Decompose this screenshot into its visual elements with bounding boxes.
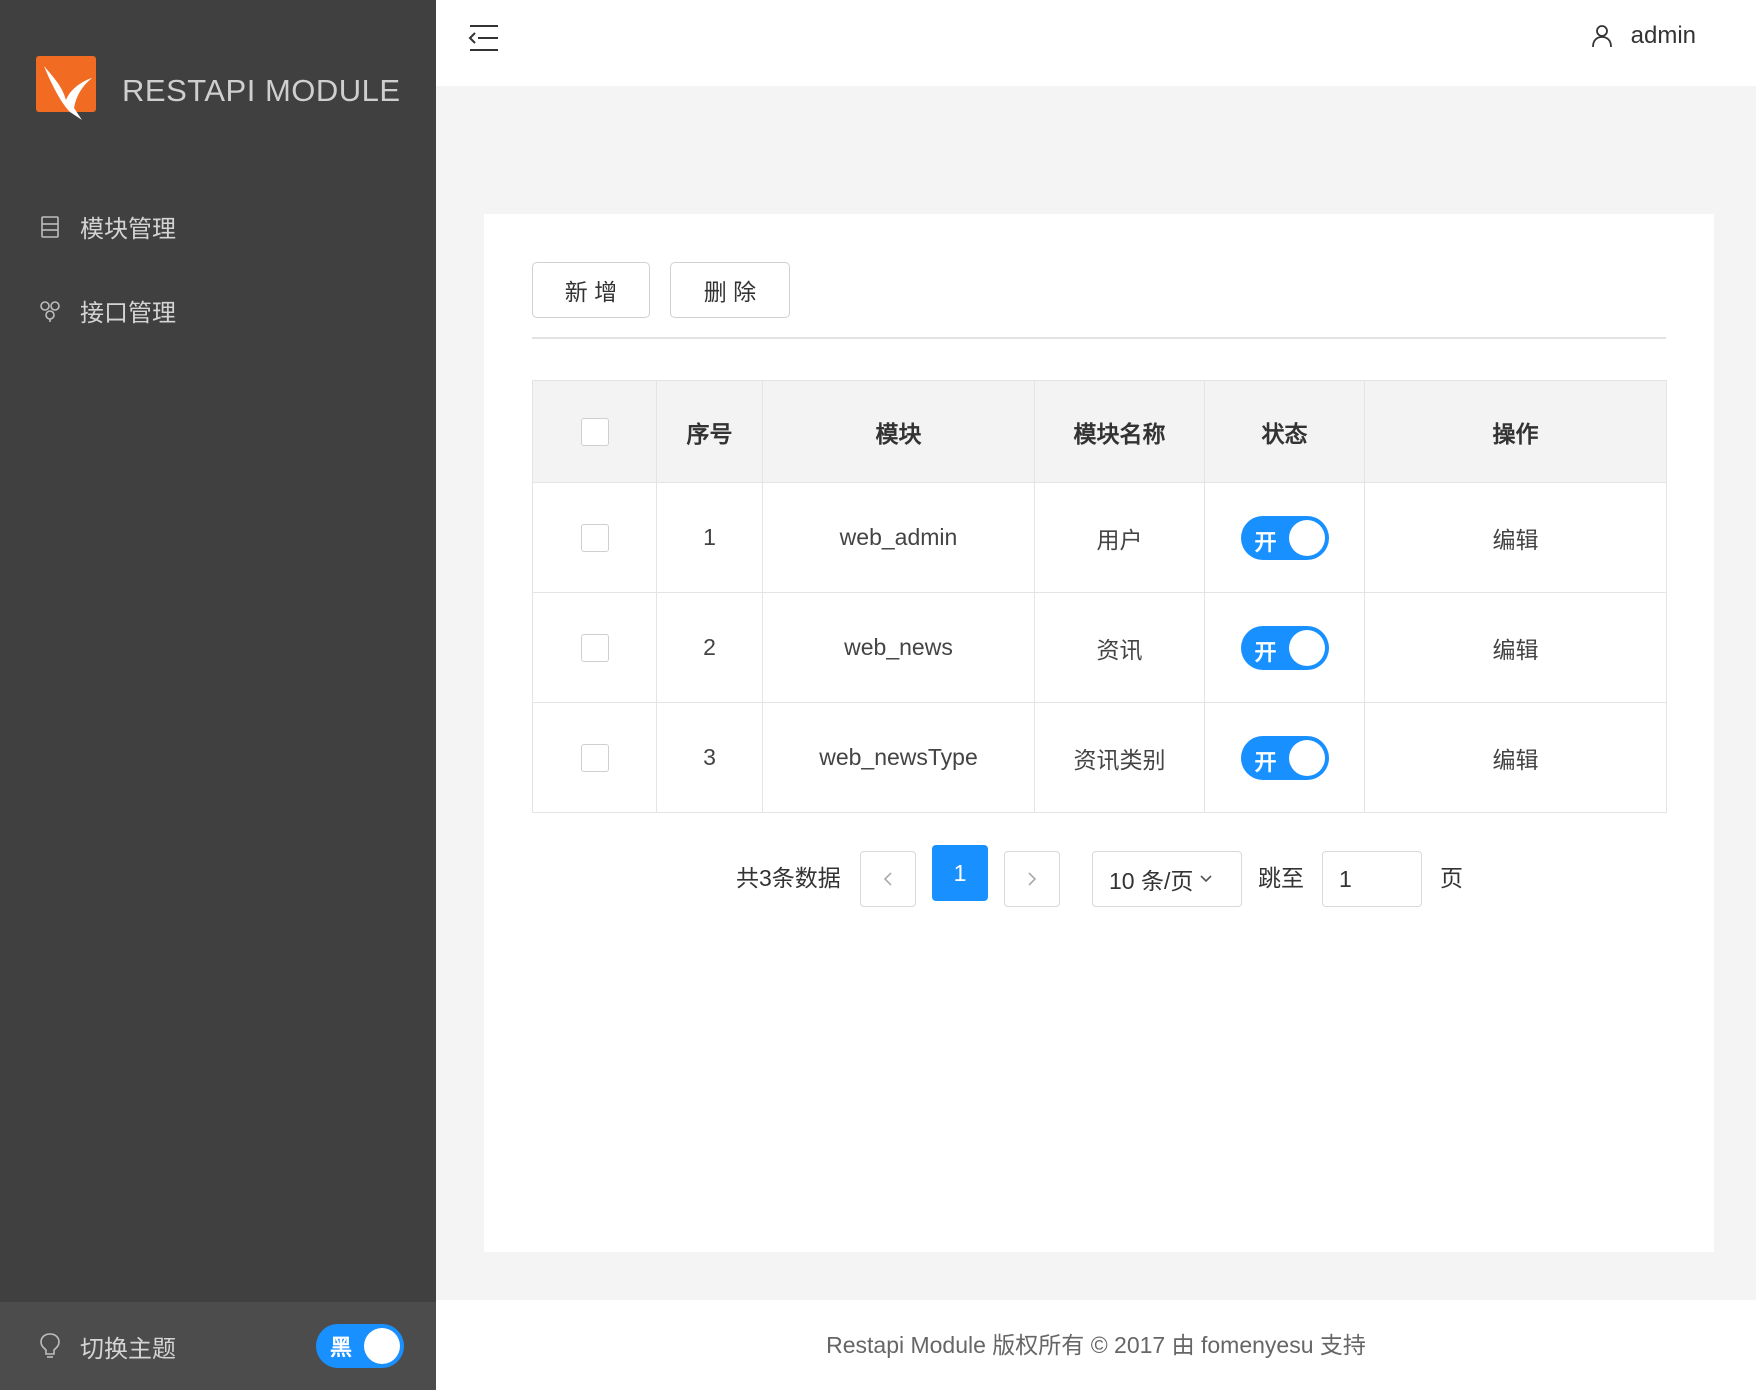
add-button[interactable]: 新 增 — [532, 262, 650, 318]
username: admin — [1630, 22, 1696, 49]
column-header: 状态 — [1204, 380, 1365, 483]
delete-button[interactable]: 删 除 — [670, 262, 790, 318]
sidebar-item-module-management[interactable]: 模块管理 — [38, 209, 176, 244]
status-toggle[interactable]: 开 — [1240, 735, 1329, 780]
theme-label: 切换主题 — [80, 1335, 176, 1363]
column-header: 模块 — [762, 380, 1035, 483]
toggle-knob — [1288, 739, 1325, 776]
content-card: 新 增 删 除 序号 模块 模块名称 状态 操作 1 web_admin 用户 … — [484, 214, 1714, 1252]
toolbar-divider — [532, 337, 1666, 339]
sidebar-item-label: 接口管理 — [80, 300, 176, 327]
edit-link[interactable]: 编辑 — [1493, 527, 1539, 553]
footer: Restapi Module 版权所有 © 2017 由 fomenyesu 支… — [436, 1300, 1756, 1390]
row-module-name: 资讯类别 — [1034, 702, 1205, 813]
row-index: 3 — [656, 702, 763, 813]
theme-switcher-bar: 切换主题 黑 — [0, 1302, 436, 1390]
goto-label: 跳至 — [1258, 865, 1304, 891]
list-icon — [41, 215, 59, 238]
edit-link[interactable]: 编辑 — [1493, 747, 1539, 773]
table-row: 3 web_newsType 资讯类别 开 编辑 — [532, 702, 1667, 813]
row-index: 2 — [656, 592, 763, 703]
pagination: 共3条数据 1 10 条/页 跳至 页 — [484, 845, 1714, 907]
status-toggle[interactable]: 开 — [1240, 625, 1329, 670]
page-size-select[interactable]: 10 条/页 — [1092, 851, 1242, 907]
column-header: 序号 — [656, 380, 763, 483]
logo[interactable]: RESTAPI MODULE — [36, 56, 401, 126]
row-module: web_newsType — [762, 702, 1035, 813]
bulb-icon — [40, 1333, 60, 1358]
table-row: 1 web_admin 用户 开 编辑 — [532, 482, 1667, 593]
status-toggle[interactable]: 开 — [1240, 515, 1329, 560]
select-all-cell — [532, 380, 657, 483]
row-checkbox[interactable] — [580, 523, 609, 552]
theme-toggle[interactable]: 黑 — [316, 1324, 404, 1368]
cluster-icon — [40, 300, 60, 322]
edit-link[interactable]: 编辑 — [1493, 637, 1539, 663]
chevron-down-icon — [1200, 875, 1212, 883]
row-module: web_news — [762, 592, 1035, 703]
page-number-current[interactable]: 1 — [932, 845, 988, 901]
swallow-logo-icon — [36, 56, 96, 120]
menu-fold-icon[interactable] — [466, 22, 502, 54]
toggle-knob — [1288, 629, 1325, 666]
pagination-total: 共3条数据 — [736, 865, 841, 891]
user-icon — [1591, 25, 1612, 48]
status-toggle-text: 开 — [1254, 749, 1277, 775]
row-index: 1 — [656, 482, 763, 593]
prev-page-button[interactable] — [860, 851, 916, 907]
select-all-checkbox[interactable] — [580, 417, 609, 446]
row-module-name: 用户 — [1034, 482, 1205, 593]
top-header: admin — [436, 0, 1756, 86]
sidebar: RESTAPI MODULE 模块管理 接口管理 切换主题 黑 — [0, 0, 436, 1390]
sidebar-item-label: 模块管理 — [80, 216, 176, 243]
row-module: web_admin — [762, 482, 1035, 593]
toggle-knob — [364, 1328, 400, 1364]
sidebar-item-api-management[interactable]: 接口管理 — [38, 293, 176, 328]
row-module-name: 资讯 — [1034, 592, 1205, 703]
status-toggle-text: 开 — [1254, 529, 1277, 555]
app-title: RESTAPI MODULE — [122, 73, 401, 108]
status-toggle-text: 开 — [1254, 639, 1277, 665]
theme-toggle-text: 黑 — [330, 1335, 353, 1360]
user-menu[interactable]: admin — [1591, 22, 1696, 50]
toggle-knob — [1288, 519, 1325, 556]
chevron-right-icon — [1028, 872, 1037, 886]
column-header: 模块名称 — [1034, 380, 1205, 483]
page-unit-label: 页 — [1440, 865, 1463, 891]
next-page-button[interactable] — [1004, 851, 1060, 907]
row-checkbox[interactable] — [580, 633, 609, 662]
chevron-left-icon — [883, 872, 892, 886]
table-row: 2 web_news 资讯 开 编辑 — [532, 592, 1667, 703]
table-header-row: 序号 模块 模块名称 状态 操作 — [532, 380, 1667, 483]
module-table: 序号 模块 模块名称 状态 操作 1 web_admin 用户 开 编辑 2 w… — [532, 380, 1667, 813]
goto-page-input[interactable] — [1322, 851, 1422, 907]
column-header: 操作 — [1364, 380, 1667, 483]
row-checkbox[interactable] — [580, 743, 609, 772]
page-size-value: 10 条/页 — [1109, 868, 1194, 894]
